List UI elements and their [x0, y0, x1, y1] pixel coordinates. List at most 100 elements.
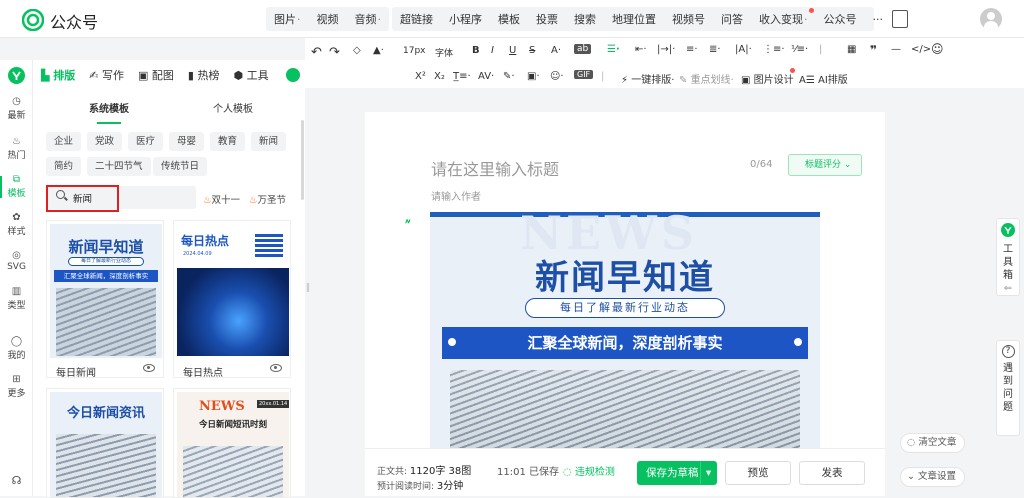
preview-button[interactable]: 预览 — [725, 461, 791, 485]
audio-menu[interactable]: 音频 — [347, 11, 390, 27]
toolbox-button[interactable]: 工具箱 ⇐ — [996, 218, 1020, 296]
underline-button[interactable]: U — [509, 45, 516, 56]
one-click-layout-button[interactable]: ⚡ 一键排版· — [621, 71, 674, 86]
paragraph-handle-icon[interactable]: ៷ — [405, 212, 411, 226]
tab-layout[interactable]: ▙ 排版 — [41, 67, 75, 83]
nav-type[interactable]: ▥ 类型 — [0, 286, 33, 311]
template-card[interactable]: 新闻早知道 每日了解最新行业动态 汇聚全球新闻，深度剖析事实 每日新闻 — [46, 220, 164, 378]
category-chip[interactable]: 二十四节气 — [87, 157, 151, 176]
magic-icon[interactable]: ✎· — [503, 71, 515, 82]
chevron-down-icon[interactable]: ▾ — [700, 462, 716, 484]
tab-write[interactable]: ✍ 写作 — [89, 67, 124, 83]
publish-button[interactable]: 发表 — [799, 461, 865, 485]
tab-image[interactable]: ▣ 配图 — [138, 67, 174, 83]
hot-tag-double11[interactable]: ♨双十一 — [203, 192, 240, 206]
paragraph-spacing-icon[interactable]: ≣· — [709, 44, 721, 55]
ordered-list-icon[interactable]: ⅟≡· — [791, 44, 808, 55]
template-button[interactable]: 模板 — [490, 11, 528, 27]
ai-layout-button[interactable]: A☰ AI排版 — [799, 71, 848, 86]
location-button[interactable]: 地理位置 — [604, 11, 664, 27]
category-chip[interactable]: 医疗 — [128, 132, 164, 151]
channels-button[interactable]: 视频号 — [664, 11, 713, 27]
font-family-select[interactable]: 字体 — [435, 46, 453, 59]
template-card[interactable]: NEWS 20xx.01.14 今日新闻短讯时刻 — [173, 388, 291, 498]
nav-hot[interactable]: ♨ 热门 — [0, 136, 33, 161]
avatar[interactable] — [980, 8, 1002, 30]
category-chip[interactable]: 党政 — [87, 132, 123, 151]
clear-article-button[interactable]: ◌ 清空文章 — [900, 433, 966, 453]
redo-icon[interactable]: ↷ — [329, 45, 340, 60]
italic-button[interactable]: I — [491, 45, 494, 56]
hot-tag-halloween[interactable]: ♨万圣节 — [249, 192, 286, 206]
image-insert-icon[interactable]: ▣· — [527, 71, 540, 82]
category-chip[interactable]: 母婴 — [169, 132, 205, 151]
sticker-icon[interactable]: ☺· — [550, 71, 564, 82]
title-input[interactable]: 请在这里输入标题 — [431, 156, 559, 180]
line-height-icon[interactable]: ≡· — [686, 44, 698, 55]
panel-toggle[interactable] — [286, 68, 300, 82]
headset-icon[interactable]: ☊ — [0, 474, 33, 487]
indent-icon[interactable]: ⇤· — [635, 44, 647, 55]
emoji-icon[interactable]: ☺ — [931, 42, 944, 56]
category-chip[interactable]: 教育 — [210, 132, 246, 151]
text-color-icon[interactable]: A· — [551, 45, 561, 56]
template-card[interactable]: 每日热点 2024.04.09 每日热点 — [173, 220, 291, 378]
search-button[interactable]: 搜索 — [566, 11, 604, 27]
nav-style[interactable]: ✿ 样式 — [0, 212, 33, 237]
help-button[interactable]: ? 遇到问题 — [996, 340, 1020, 436]
superscript-button[interactable]: X² — [415, 71, 426, 82]
category-chip[interactable]: 新闻 — [251, 132, 287, 151]
list-icon[interactable]: ⋮≡· — [763, 44, 785, 55]
article-settings-button[interactable]: ⌄ 文章设置 — [900, 467, 965, 487]
category-chip[interactable]: 企业 — [46, 132, 82, 151]
account-button[interactable]: 公众号 — [816, 11, 865, 27]
code-icon[interactable]: </> — [911, 44, 931, 55]
tab-tools[interactable]: ⬢ 工具 — [233, 67, 268, 83]
monetize-button[interactable]: 收入变现 — [751, 8, 816, 27]
char-spacing-icon[interactable]: AV· — [478, 71, 494, 82]
eye-icon[interactable] — [143, 364, 155, 372]
gif-icon[interactable]: GIF — [574, 70, 594, 79]
tab-personal-templates[interactable]: 个人模板 — [213, 100, 253, 115]
violation-check-button[interactable]: ◌ 违规检测 — [563, 463, 615, 478]
qa-button[interactable]: 问答 — [713, 11, 751, 27]
text-width-icon[interactable]: |→|· — [657, 44, 675, 55]
quote-icon[interactable]: ❞ — [870, 43, 877, 57]
format-painter-icon[interactable]: ▲· — [373, 45, 384, 56]
image-menu[interactable]: 图片 — [266, 11, 309, 27]
hyperlink-button[interactable]: 超链接 — [392, 11, 441, 27]
category-chip[interactable]: 简约 — [46, 157, 82, 176]
nav-more[interactable]: ⊞ 更多 — [0, 374, 33, 399]
panel-scrollbar[interactable] — [301, 120, 304, 200]
letter-spacing-icon[interactable]: |A|· — [735, 44, 752, 55]
save-draft-button[interactable]: 保存为草稿 ▾ — [637, 461, 717, 485]
undo-icon[interactable]: ↶ — [311, 45, 322, 60]
panel-collapse-handle[interactable]: ‖ — [305, 283, 311, 301]
nav-template[interactable]: ⧉ 模板 — [0, 174, 33, 199]
background-color-button[interactable]: ab — [574, 44, 592, 54]
font-size-select[interactable]: 17px — [403, 46, 426, 56]
nav-svg[interactable]: ◎ SVG — [0, 250, 33, 272]
nav-latest[interactable]: ◷ 最新 — [0, 96, 33, 121]
eraser-icon[interactable]: ◇ — [353, 45, 361, 56]
horizontal-rule-icon[interactable]: — — [891, 44, 901, 55]
vote-button[interactable]: 投票 — [528, 11, 566, 27]
eye-icon[interactable] — [270, 364, 282, 372]
tab-hot-list[interactable]: ▮ 热榜 — [188, 67, 220, 83]
bold-button[interactable]: B — [472, 45, 480, 56]
text-direction-icon[interactable]: T̲≡· — [453, 71, 471, 82]
align-left-icon[interactable]: ☰· — [607, 44, 620, 55]
more-button[interactable]: ··· — [865, 13, 892, 26]
template-card[interactable]: 今日新闻资讯 — [46, 388, 164, 498]
miniprogram-button[interactable]: 小程序 — [441, 11, 490, 27]
image-design-button[interactable]: ▣ 图片设计 — [741, 71, 794, 86]
mobile-preview-icon[interactable] — [892, 10, 908, 28]
highlight-line-button[interactable]: ✎ 重点划线· — [679, 71, 734, 86]
strike-button[interactable]: S — [529, 45, 535, 56]
tab-system-templates[interactable]: 系统模板 — [89, 100, 129, 124]
category-chip[interactable]: 传统节日 — [153, 157, 208, 176]
video-menu[interactable]: 视频 — [309, 11, 347, 27]
title-score-button[interactable]: 标题评分 ⌄ — [788, 154, 862, 176]
table-icon[interactable]: ▦ — [847, 44, 856, 55]
subscript-button[interactable]: X₂ — [434, 71, 445, 82]
